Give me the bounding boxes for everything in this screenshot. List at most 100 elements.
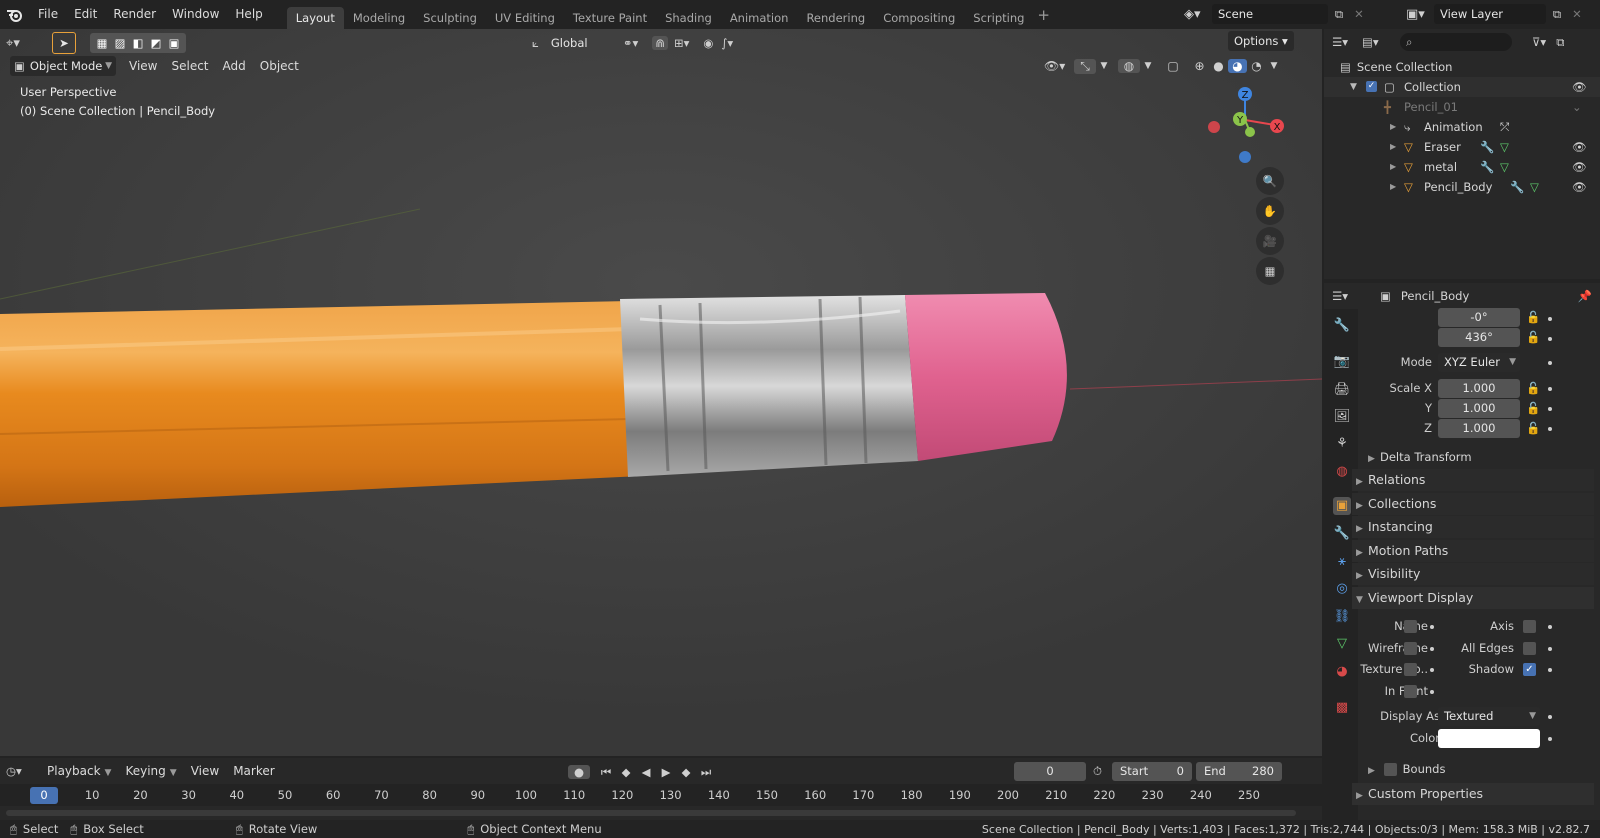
tab-sculpting[interactable]: Sculpting xyxy=(414,7,486,29)
action-data-icon[interactable]: ⤱ xyxy=(1500,117,1509,137)
particles-tab-icon[interactable]: ⚹ xyxy=(1333,553,1351,571)
display-mode-icon[interactable]: ▤▾ xyxy=(1362,35,1396,49)
camera-icon[interactable]: 🎥 xyxy=(1256,227,1284,255)
keyframe-dot[interactable] xyxy=(1548,427,1552,431)
texture-tab-icon[interactable]: ▩ xyxy=(1333,699,1351,717)
scene-tab-icon[interactable]: ⚘ xyxy=(1333,435,1351,453)
output-tab-icon[interactable]: 🖨 xyxy=(1333,381,1351,399)
current-frame-marker[interactable]: 0 xyxy=(30,787,58,804)
timeline-menu-marker[interactable]: Marker xyxy=(226,761,281,781)
end-frame-field[interactable]: End 280 xyxy=(1196,762,1282,781)
falloff-icon[interactable]: ∫▾ xyxy=(721,36,733,50)
gizmo-dropdown-icon[interactable]: ▼ xyxy=(1096,61,1112,71)
wireframe-shading-icon[interactable]: ⊕ xyxy=(1190,59,1209,73)
timeline-ruler[interactable]: 0 10 20 30 40 50 60 70 80 90 100 110 120 130 140 150 160… xyxy=(0,784,1322,806)
physics-tab-icon[interactable]: ◎ xyxy=(1333,580,1351,598)
material-shading-icon[interactable]: ◕ xyxy=(1228,59,1247,73)
delta-transform-subpanel[interactable]: ▶ Delta Transform xyxy=(1352,447,1594,467)
option-checkbox[interactable] xyxy=(1404,641,1417,655)
keyframe-dot[interactable] xyxy=(1548,387,1552,391)
select-subtract-icon[interactable]: ◧ xyxy=(129,36,147,50)
viewport-menu-object[interactable]: Object xyxy=(253,56,306,76)
view-layer-field[interactable]: View Layer xyxy=(1434,4,1546,24)
pan-hand-icon[interactable]: ✋ xyxy=(1256,197,1284,225)
material-tab-icon[interactable]: ◕ xyxy=(1333,663,1351,681)
panel-viewport-display[interactable]: ▼ Viewport Display xyxy=(1352,586,1594,609)
scale-field[interactable]: 1.000 xyxy=(1438,379,1520,398)
start-frame-field[interactable]: Start 0 xyxy=(1112,762,1192,781)
jump-end-icon[interactable]: ⏭ xyxy=(696,765,716,780)
snap-icon[interactable]: ⋒ xyxy=(652,36,668,50)
modifier-icon[interactable]: 🔧 xyxy=(1510,177,1524,197)
outliner-editor-icon[interactable]: ☰▾ xyxy=(1332,35,1362,49)
mesh-data-tab-icon[interactable]: ▽ xyxy=(1333,635,1351,653)
keyframe-dot[interactable] xyxy=(1430,690,1434,695)
eye-icon[interactable]: 👁 xyxy=(1572,77,1587,97)
rendered-shading-icon[interactable]: ◔ xyxy=(1247,59,1266,73)
lock-icon[interactable]: 🔓 xyxy=(1526,401,1540,415)
zoom-icon[interactable]: 🔍 xyxy=(1256,167,1284,195)
keyframe-dot[interactable] xyxy=(1430,668,1434,673)
gizmo-icon[interactable]: ⤡ xyxy=(1074,58,1096,74)
snap-target-icon[interactable]: ⊞▾ xyxy=(674,36,689,50)
next-keyframe-icon[interactable]: ◆ xyxy=(676,765,696,779)
stopwatch-icon[interactable]: ⏱ xyxy=(1093,764,1102,779)
tab-scripting[interactable]: Scripting xyxy=(964,7,1033,29)
delete-view-layer-icon[interactable]: ✕ xyxy=(1568,7,1586,21)
option-checkbox[interactable] xyxy=(1523,641,1536,655)
modifier-icon[interactable]: 🔧 xyxy=(1480,157,1494,177)
option-checkbox[interactable] xyxy=(1404,685,1417,699)
tool-tab-icon[interactable]: 🔧 xyxy=(1333,317,1351,335)
timeline-scrollbar[interactable] xyxy=(6,810,1296,816)
panel-instancing[interactable]: ▶ Instancing xyxy=(1352,516,1594,538)
new-view-layer-icon[interactable]: ⧉ xyxy=(1546,7,1568,22)
play-icon[interactable]: ▶ xyxy=(656,765,676,779)
rotation-y-field[interactable]: -0° xyxy=(1438,308,1520,327)
navigation-gizmo[interactable]: Z Y X xyxy=(1205,84,1295,169)
render-tab-icon[interactable]: 📷 xyxy=(1333,353,1351,371)
modifier-tab-icon[interactable]: 🔧 xyxy=(1333,525,1351,543)
timeline-menu-view[interactable]: View xyxy=(184,761,226,781)
keyframe-dot[interactable] xyxy=(1548,715,1552,719)
solid-shading-icon[interactable]: ● xyxy=(1209,59,1228,73)
overlay-dropdown-icon[interactable]: ▼ xyxy=(1140,61,1156,71)
expand-triangle-icon[interactable]: ▶ xyxy=(1390,137,1396,157)
mesh-data-icon[interactable]: ▽ xyxy=(1500,137,1509,157)
select-intersect-icon[interactable]: ▣ xyxy=(165,36,183,50)
view-layer-icon[interactable]: ▣▾ xyxy=(1406,7,1434,22)
tab-uv-editing[interactable]: UV Editing xyxy=(486,7,564,29)
scene-icon[interactable]: ◈▾ xyxy=(1184,7,1212,22)
new-collection-icon[interactable]: ⧉ xyxy=(1556,35,1564,50)
menu-file[interactable]: File xyxy=(30,0,66,29)
pivot-icon[interactable]: ⚭▾ xyxy=(623,36,638,50)
option-checkbox[interactable] xyxy=(1523,620,1536,633)
pin-icon[interactable]: 📌 xyxy=(1578,289,1592,303)
filter-icon[interactable]: ⊽▾ xyxy=(1532,35,1546,49)
gizmo-neg-y[interactable] xyxy=(1245,127,1255,137)
select-new-icon[interactable]: ▦ xyxy=(93,36,111,50)
panel-relations[interactable]: ▶ Relations xyxy=(1352,469,1594,491)
color-swatch[interactable] xyxy=(1438,729,1540,748)
keyframe-dot[interactable] xyxy=(1548,317,1552,321)
lock-icon[interactable]: 🔓 xyxy=(1526,421,1540,435)
keyframe-dot[interactable] xyxy=(1430,625,1434,629)
gizmo-neg-x[interactable] xyxy=(1208,121,1220,133)
chevron-icon[interactable]: ⌄ xyxy=(1572,97,1582,117)
outliner-search-input[interactable]: ⌕ xyxy=(1400,33,1512,51)
outliner-item[interactable]: ▶ ⤷ Animation ⤱ xyxy=(1324,117,1600,137)
tab-compositing[interactable]: Compositing xyxy=(874,7,964,29)
outliner-item[interactable]: ▶ ▽ Pencil_Body 🔧 ▽ 👁 xyxy=(1324,177,1600,197)
keyframe-dot[interactable] xyxy=(1548,737,1552,741)
option-checkbox[interactable]: ✓ xyxy=(1523,663,1536,677)
menu-window[interactable]: Window xyxy=(164,0,227,29)
mesh-data-icon[interactable]: ▽ xyxy=(1530,177,1539,197)
expand-triangle-icon[interactable]: ▶ xyxy=(1390,157,1396,177)
timeline-menu-keying[interactable]: Keying ▼ xyxy=(118,761,183,781)
current-frame-field[interactable]: 0 xyxy=(1014,762,1086,781)
jump-start-icon[interactable]: ⏮ xyxy=(596,765,616,780)
viewport-menu-add[interactable]: Add xyxy=(216,56,253,76)
menu-render[interactable]: Render xyxy=(105,0,164,29)
visibility-icon[interactable]: 👁▾ xyxy=(1044,59,1074,73)
keyframe-dot[interactable] xyxy=(1548,625,1552,629)
menu-help[interactable]: Help xyxy=(227,0,270,29)
